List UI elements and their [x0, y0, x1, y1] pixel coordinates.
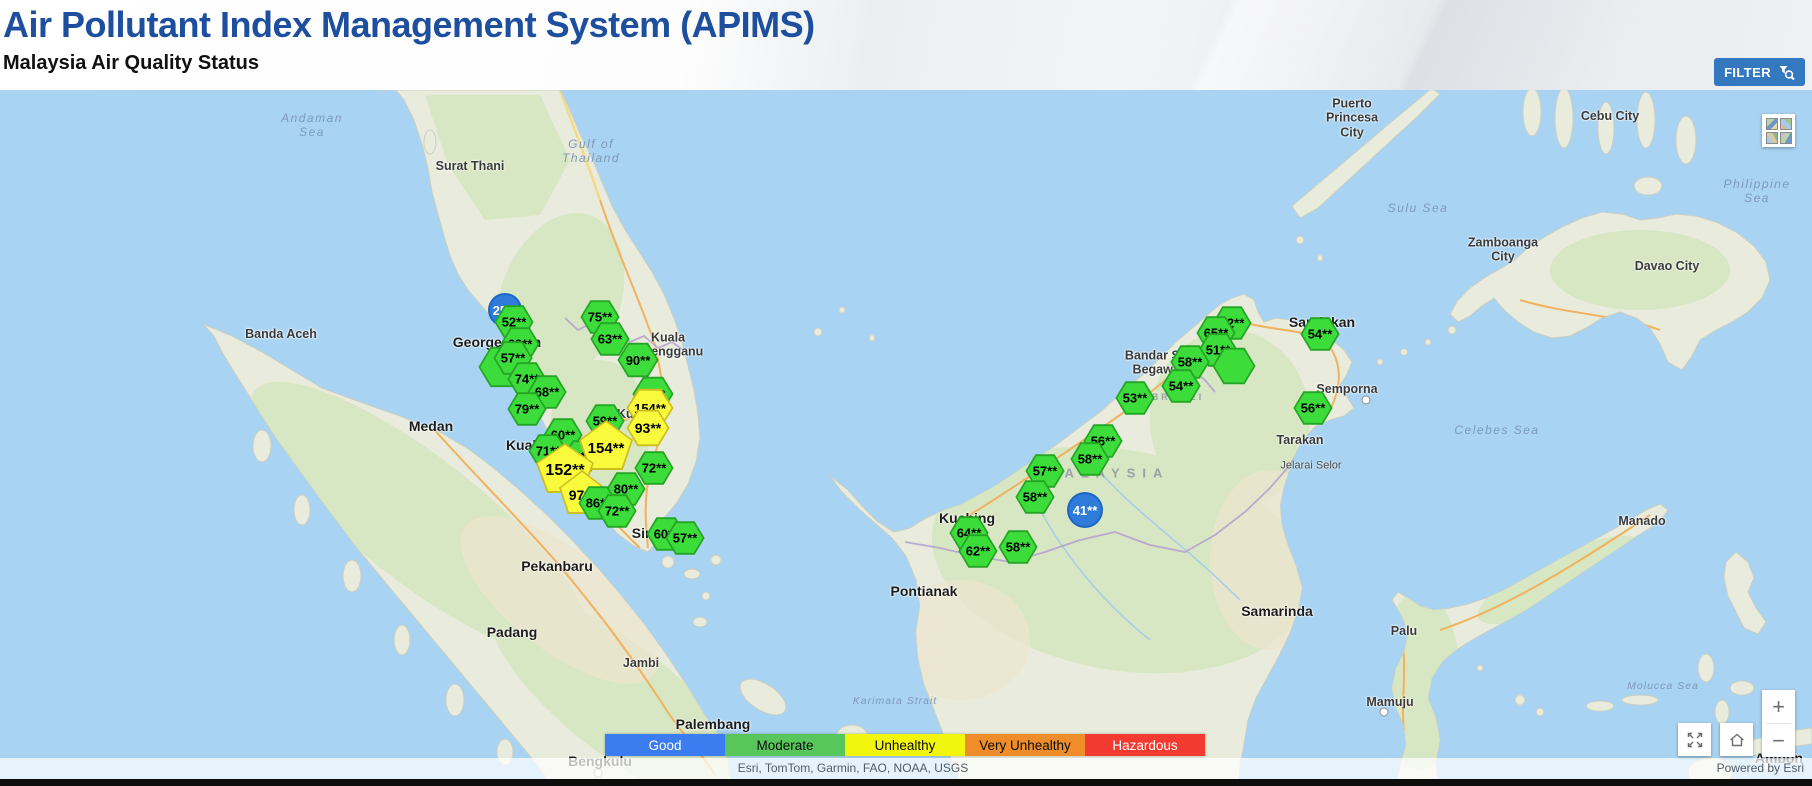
filter-button[interactable]: FILTER: [1714, 58, 1805, 86]
aqi-marker[interactable]: 54**: [1300, 317, 1340, 352]
header: Air Pollutant Index Management System (A…: [0, 0, 1812, 90]
aqi-marker[interactable]: 62**: [958, 534, 998, 569]
basemap-gallery-button[interactable]: [1762, 114, 1795, 147]
filter-button-label: FILTER: [1724, 65, 1771, 80]
legend-item: Very Unhealthy: [965, 734, 1085, 756]
aqi-legend: GoodModerateUnhealthyVery UnhealthyHazar…: [605, 734, 1205, 756]
aqi-marker[interactable]: 72**: [597, 494, 637, 529]
bottom-bar: [0, 779, 1812, 786]
filter-search-icon: [1778, 64, 1795, 81]
page-subtitle: Malaysia Air Quality Status: [3, 52, 259, 75]
city-dot: [1362, 396, 1371, 405]
aqi-marker[interactable]: 53**: [1115, 381, 1155, 416]
aqi-marker[interactable]: 41**: [1067, 492, 1103, 528]
zoom-in-button[interactable]: +: [1762, 690, 1795, 723]
zoom-controls: + −: [1762, 690, 1795, 757]
aqi-marker[interactable]: 57**: [665, 521, 705, 556]
home-button[interactable]: [1720, 723, 1753, 756]
fullscreen-button[interactable]: [1678, 723, 1711, 756]
page-title: Air Pollutant Index Management System (A…: [3, 4, 815, 46]
city-dot: [1380, 708, 1389, 717]
aqi-marker[interactable]: 90**: [617, 342, 659, 378]
aqi-marker[interactable]: 58**: [998, 530, 1038, 565]
aqi-marker[interactable]: 58**: [1015, 480, 1055, 515]
zoom-out-button[interactable]: −: [1762, 724, 1795, 757]
home-icon: [1728, 731, 1746, 749]
powered-by-esri: Powered by Esri: [1717, 761, 1804, 775]
attribution-bar: Esri, TomTom, Garmin, FAO, NOAA, USGS Po…: [0, 758, 1812, 779]
expand-icon: [1686, 731, 1704, 749]
basemap-gallery-icon: [1766, 118, 1792, 144]
legend-item: Good: [605, 734, 725, 756]
legend-item: Moderate: [725, 734, 845, 756]
aqi-marker[interactable]: 58**: [1070, 442, 1110, 477]
aqi-marker[interactable]: 79**: [507, 392, 547, 427]
legend-item: Unhealthy: [845, 734, 965, 756]
legend-item: Hazardous: [1085, 734, 1205, 756]
apims-app: Air Pollutant Index Management System (A…: [0, 0, 1812, 786]
attribution-sources: Esri, TomTom, Garmin, FAO, NOAA, USGS: [738, 761, 969, 775]
map-canvas[interactable]: [0, 0, 1812, 786]
aqi-marker[interactable]: [1212, 347, 1256, 385]
aqi-marker[interactable]: 56**: [1293, 391, 1333, 426]
aqi-marker[interactable]: 54**: [1161, 369, 1201, 404]
